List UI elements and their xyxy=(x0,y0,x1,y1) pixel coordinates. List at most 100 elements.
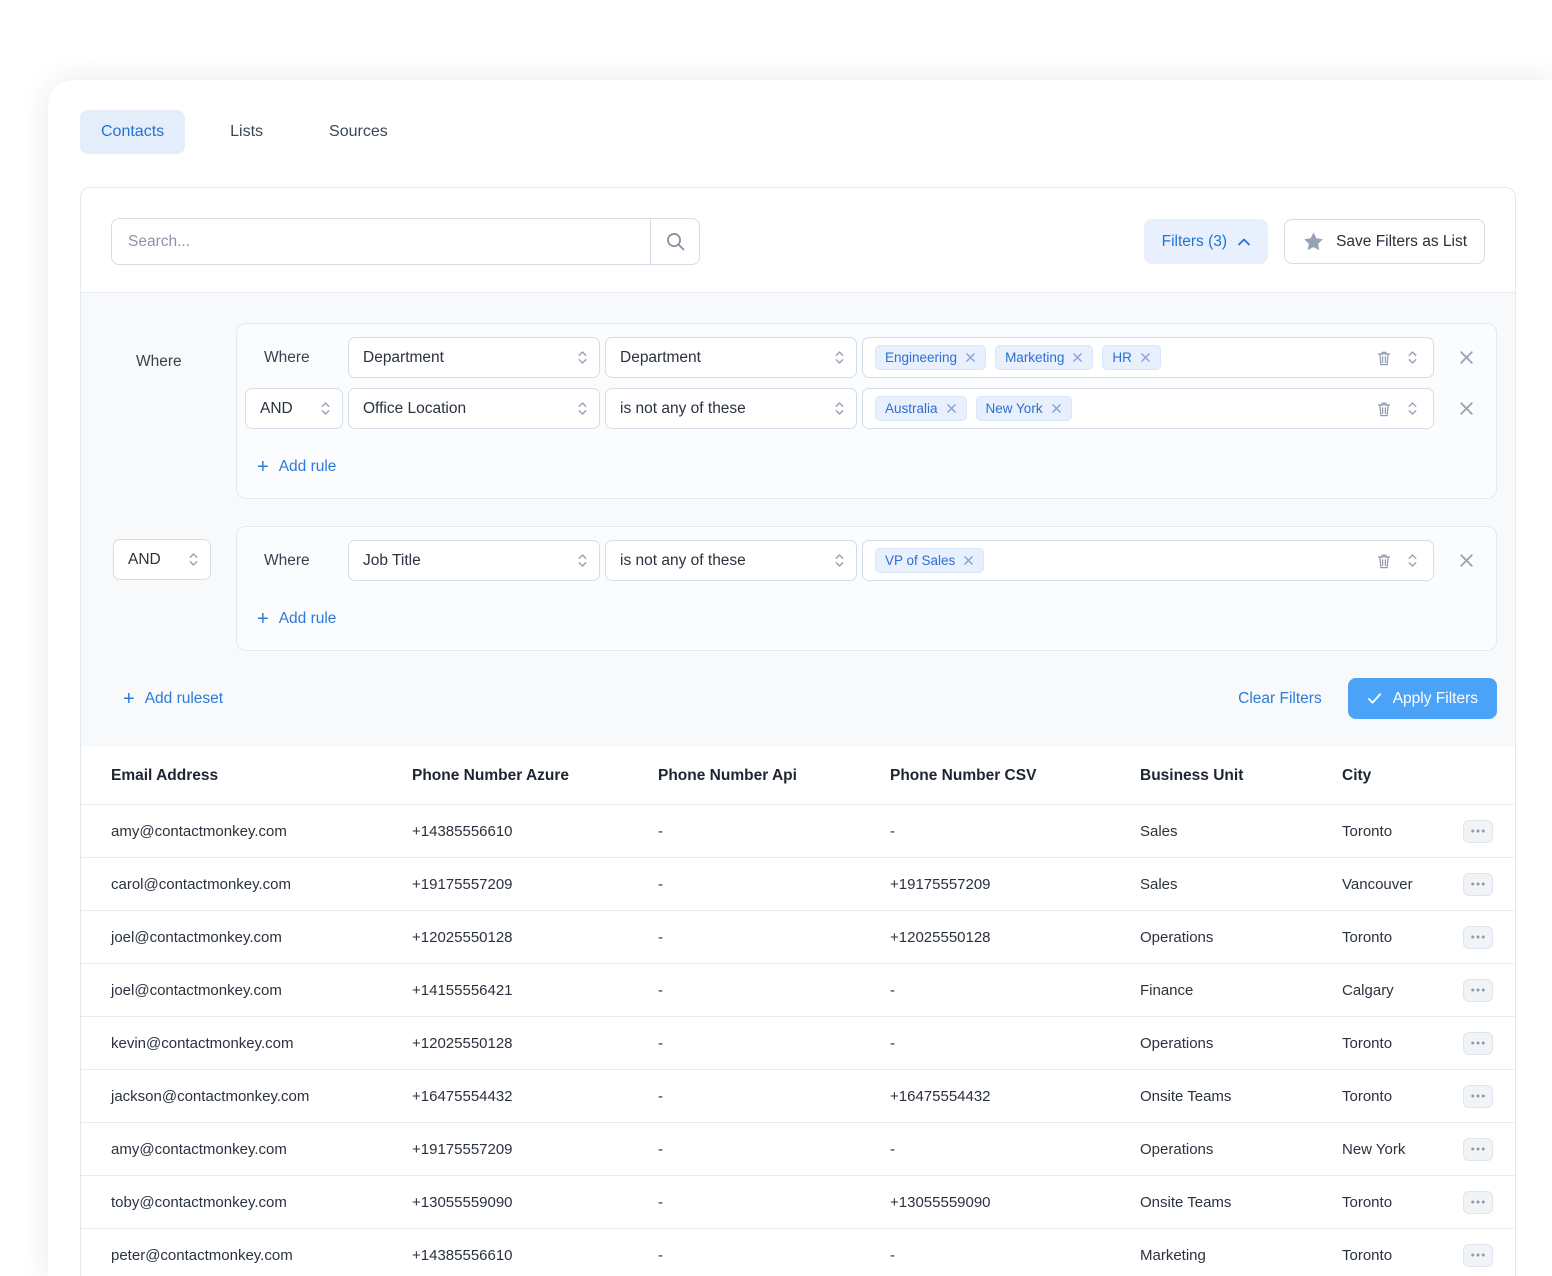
cell-actions xyxy=(1447,926,1493,949)
add-rule-label: Add rule xyxy=(279,610,337,628)
filter-footer: + Add ruleset Clear Filters Apply Filter… xyxy=(111,678,1497,719)
rule-operator-select[interactable]: is not any of these xyxy=(605,540,857,581)
ruleset-connector-select-value: AND xyxy=(128,551,161,569)
tab-sources[interactable]: Sources xyxy=(308,110,409,154)
remove-value-icon[interactable] xyxy=(963,555,974,566)
table-body: amy@contactmonkey.com+14385556610--Sales… xyxy=(81,804,1515,1276)
filter-value-label: New York xyxy=(986,401,1043,416)
delete-rule-values-button[interactable] xyxy=(1373,346,1395,370)
cell-actions xyxy=(1447,1244,1493,1267)
remove-rule-button[interactable] xyxy=(1448,340,1484,376)
tab-lists[interactable]: Lists xyxy=(209,110,284,154)
rule-values-field[interactable]: Australia New York xyxy=(862,388,1434,429)
add-rule-button[interactable]: +Add rule xyxy=(257,457,336,477)
row-actions-button[interactable] xyxy=(1463,1032,1493,1055)
rule-field-select[interactable]: Job Title xyxy=(348,540,600,581)
rule-values-field[interactable]: EngineeringMarketingHR xyxy=(862,337,1434,378)
cell-phone-api: - xyxy=(658,1194,890,1211)
add-ruleset-button[interactable]: + Add ruleset xyxy=(123,689,223,709)
reorder-rule-button[interactable] xyxy=(1404,549,1421,572)
remove-rule-button[interactable] xyxy=(1448,543,1484,579)
cell-city: Vancouver xyxy=(1342,876,1447,893)
plus-icon: + xyxy=(123,689,135,709)
select-chevrons-icon xyxy=(834,349,845,366)
row-actions-button[interactable] xyxy=(1463,1244,1493,1267)
search-input[interactable] xyxy=(111,218,651,265)
row-actions-button[interactable] xyxy=(1463,1138,1493,1161)
cell-phone-csv: - xyxy=(890,1141,1140,1158)
cell-phone-api: - xyxy=(658,1141,890,1158)
column-header-business-unit: Business Unit xyxy=(1140,767,1342,785)
delete-rule-values-button[interactable] xyxy=(1373,549,1395,573)
cell-phone-csv: - xyxy=(890,1035,1140,1052)
delete-rule-values-button[interactable] xyxy=(1373,397,1395,421)
ellipsis-icon xyxy=(1471,1147,1485,1151)
add-rule-button[interactable]: +Add rule xyxy=(257,609,336,629)
remove-value-icon[interactable] xyxy=(946,403,957,414)
contacts-card: Contacts Lists Sources Filters (3) xyxy=(48,80,1552,1276)
tab-contacts[interactable]: Contacts xyxy=(80,110,185,154)
ruleset-connector: Where xyxy=(111,323,236,499)
search-button[interactable] xyxy=(650,218,700,265)
star-icon xyxy=(1302,230,1325,253)
cell-city: Toronto xyxy=(1342,929,1447,946)
rule-field-select[interactable]: Department xyxy=(348,337,600,378)
save-filters-label: Save Filters as List xyxy=(1336,233,1467,251)
row-actions-button[interactable] xyxy=(1463,1085,1493,1108)
ruleset-connector-select[interactable]: AND xyxy=(113,539,211,580)
row-actions-button[interactable] xyxy=(1463,820,1493,843)
filter-value-tag: VP of Sales xyxy=(875,548,984,573)
column-header-city: City xyxy=(1342,767,1447,785)
cell-business-unit: Operations xyxy=(1140,929,1342,946)
filter-value-tag: Australia xyxy=(875,396,967,421)
cell-email: joel@contactmonkey.com xyxy=(111,982,412,999)
add-ruleset-label: Add ruleset xyxy=(145,690,223,708)
apply-filters-button[interactable]: Apply Filters xyxy=(1348,678,1497,719)
rule-field-select-value: Job Title xyxy=(363,552,421,570)
cell-email: amy@contactmonkey.com xyxy=(111,1141,412,1158)
rule-connector-select-value: AND xyxy=(260,400,293,418)
select-chevrons-icon xyxy=(577,400,588,417)
cell-actions xyxy=(1447,1085,1493,1108)
rule-connector-select[interactable]: AND xyxy=(245,388,343,429)
toolbar: Filters (3) Save Filters as List xyxy=(81,188,1515,292)
toolbar-actions: Filters (3) Save Filters as List xyxy=(1144,219,1485,264)
save-filters-as-list-button[interactable]: Save Filters as List xyxy=(1284,219,1485,264)
ellipsis-icon xyxy=(1471,829,1485,833)
row-actions-button[interactable] xyxy=(1463,1191,1493,1214)
remove-value-icon[interactable] xyxy=(1140,352,1151,363)
column-header-phone-number-azure: Phone Number Azure xyxy=(412,767,658,785)
rule-operator-select-value: Department xyxy=(620,349,701,367)
cell-phone-azure: +14385556610 xyxy=(412,1247,658,1264)
remove-rule-button[interactable] xyxy=(1448,391,1484,427)
cell-city: Toronto xyxy=(1342,1194,1447,1211)
reorder-rule-button[interactable] xyxy=(1404,397,1421,420)
rule-field-select-value: Office Location xyxy=(363,400,466,418)
remove-value-icon[interactable] xyxy=(965,352,976,363)
row-actions-button[interactable] xyxy=(1463,979,1493,1002)
row-actions-button[interactable] xyxy=(1463,926,1493,949)
row-actions-button[interactable] xyxy=(1463,873,1493,896)
rule-connector-label: Where xyxy=(245,552,343,570)
cell-phone-api: - xyxy=(658,1035,890,1052)
cell-actions xyxy=(1447,1032,1493,1055)
ellipsis-icon xyxy=(1471,1094,1485,1098)
check-icon xyxy=(1367,692,1382,705)
clear-filters-button[interactable]: Clear Filters xyxy=(1238,690,1322,708)
rule-field-select[interactable]: Office Location xyxy=(348,388,600,429)
rule-operator-select[interactable]: Department xyxy=(605,337,857,378)
cell-phone-api: - xyxy=(658,929,890,946)
ellipsis-icon xyxy=(1471,1253,1485,1257)
table-row: jackson@contactmonkey.com+16475554432-+1… xyxy=(81,1069,1515,1122)
table-row: toby@contactmonkey.com+13055559090-+1305… xyxy=(81,1175,1515,1228)
rule-operator-select[interactable]: is not any of these xyxy=(605,388,857,429)
select-chevrons-icon xyxy=(834,400,845,417)
remove-value-icon[interactable] xyxy=(1072,352,1083,363)
cell-email: carol@contactmonkey.com xyxy=(111,876,412,893)
reorder-rule-button[interactable] xyxy=(1404,346,1421,369)
close-icon xyxy=(1458,400,1475,417)
filters-toggle-button[interactable]: Filters (3) xyxy=(1144,219,1268,264)
rule-values-field[interactable]: VP of Sales xyxy=(862,540,1434,581)
table-row: joel@contactmonkey.com+12025550128-+1202… xyxy=(81,910,1515,963)
remove-value-icon[interactable] xyxy=(1051,403,1062,414)
